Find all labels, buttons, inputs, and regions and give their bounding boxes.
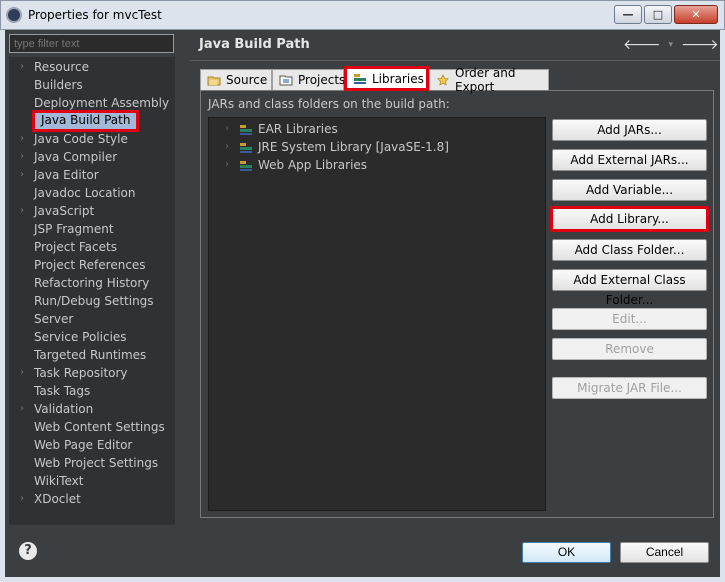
nav-item[interactable]: Project Facets: [34, 238, 117, 256]
window-frame-right: [720, 30, 725, 582]
nav-item[interactable]: Project References: [34, 256, 146, 274]
tab-label: Projects: [298, 73, 346, 87]
maximize-icon: □: [652, 8, 664, 21]
add-class-folder-button[interactable]: Add Class Folder...: [552, 239, 707, 261]
ok-button[interactable]: OK: [522, 542, 611, 563]
help-icon[interactable]: ?: [19, 542, 37, 560]
library-label: JRE System Library [JavaSE-1.8]: [258, 140, 449, 154]
add-jars-button[interactable]: Add JARs...: [552, 119, 707, 141]
back-arrow-icon[interactable]: 🡐: [623, 38, 661, 52]
migrate-jar-button[interactable]: Migrate JAR File...: [552, 377, 707, 399]
history-navigation: 🡐 ▾ 🡒 ▾ ▼: [623, 38, 725, 52]
expand-icon[interactable]: ›: [20, 58, 28, 76]
nav-item[interactable]: Builders: [34, 76, 83, 94]
close-button[interactable]: ✕: [674, 5, 718, 24]
nav-item[interactable]: Refactoring History: [34, 274, 149, 292]
nav-item[interactable]: Targeted Runtimes: [34, 346, 146, 364]
expand-icon[interactable]: ›: [20, 490, 28, 508]
library-icon: [239, 123, 253, 135]
maximize-button[interactable]: □: [644, 5, 672, 24]
library-item-jre[interactable]: › JRE System Library [JavaSE-1.8]: [225, 138, 449, 156]
library-icon: [353, 73, 367, 85]
build-path-list-label: JARs and class folders on the build path…: [208, 97, 450, 111]
remove-button[interactable]: Remove: [552, 338, 707, 360]
property-page-tree: › Resource Builders Deployment Assembly Java…: [9, 57, 175, 525]
filter-input[interactable]: [9, 34, 174, 53]
dialog-footer: [5, 527, 720, 577]
add-library-button[interactable]: Add Library...: [550, 206, 709, 232]
tab-label: Order and Export: [455, 66, 516, 94]
library-item-ear[interactable]: › EAR Libraries: [225, 120, 338, 138]
tab-libraries[interactable]: Libraries: [344, 66, 429, 91]
add-external-jars-button[interactable]: Add External JARs...: [552, 149, 707, 171]
title-bar: Properties for mvcTest — □ ✕: [0, 0, 725, 30]
nav-item[interactable]: Javadoc Location: [34, 184, 135, 202]
add-external-class-folder-button[interactable]: Add External Class Folder...: [552, 269, 707, 307]
nav-item[interactable]: Task Tags: [34, 382, 90, 400]
folder-icon: [207, 74, 221, 86]
library-icon: [239, 159, 253, 171]
nav-item[interactable]: Resource: [34, 58, 89, 76]
library-label: EAR Libraries: [258, 122, 338, 136]
minimize-button[interactable]: —: [614, 5, 642, 24]
nav-item[interactable]: Web Content Settings: [34, 418, 165, 436]
tab-source[interactable]: Source: [200, 69, 272, 90]
nav-item[interactable]: Server: [34, 310, 73, 328]
nav-item[interactable]: Service Policies: [34, 328, 127, 346]
tab-label: Libraries: [372, 71, 424, 86]
nav-item[interactable]: Validation: [34, 400, 93, 418]
nav-item[interactable]: Java Editor: [34, 166, 99, 184]
tree-scrollbar[interactable]: [175, 57, 185, 525]
expand-icon[interactable]: ›: [20, 130, 28, 148]
nav-item[interactable]: Java Build Path: [32, 110, 140, 132]
nav-item[interactable]: Task Repository: [34, 364, 128, 382]
nav-item[interactable]: Web Project Settings: [34, 454, 158, 472]
expand-icon[interactable]: ›: [225, 138, 235, 156]
edit-button[interactable]: Edit...: [552, 308, 707, 330]
nav-item[interactable]: Java Code Style: [34, 130, 128, 148]
library-icon: [239, 141, 253, 153]
expand-icon[interactable]: ›: [225, 156, 235, 174]
project-icon: [279, 74, 293, 86]
add-variable-button[interactable]: Add Variable...: [552, 179, 707, 201]
eclipse-app-icon: [6, 7, 22, 23]
page-title: Java Build Path: [199, 37, 310, 52]
tab-label: Source: [226, 73, 268, 87]
nav-item[interactable]: Run/Debug Settings: [34, 292, 154, 310]
window-controls: — □ ✕: [614, 5, 718, 24]
back-dropdown-icon[interactable]: ▾: [669, 38, 674, 52]
nav-item[interactable]: JavaScript: [34, 202, 94, 220]
expand-icon[interactable]: ›: [20, 364, 28, 382]
expand-icon[interactable]: ›: [20, 400, 28, 418]
library-item-webapp[interactable]: › Web App Libraries: [225, 156, 367, 174]
tab-order-and-export[interactable]: Order and Export: [429, 66, 549, 94]
window-title: Properties for mvcTest: [28, 8, 162, 22]
minimize-icon: —: [622, 8, 634, 21]
window-frame-bottom: [0, 577, 725, 582]
expand-icon[interactable]: ›: [20, 148, 28, 166]
close-icon: ✕: [691, 8, 701, 21]
nav-item[interactable]: Web Page Editor: [34, 436, 132, 454]
forward-arrow-icon[interactable]: 🡒: [681, 38, 719, 52]
cancel-button[interactable]: Cancel: [620, 542, 709, 563]
nav-item[interactable]: Java Compiler: [34, 148, 117, 166]
expand-icon[interactable]: ›: [20, 166, 28, 184]
expand-icon[interactable]: ›: [20, 202, 28, 220]
order-export-icon: [436, 74, 450, 86]
expand-icon[interactable]: ›: [225, 120, 235, 138]
nav-item[interactable]: JSP Fragment: [34, 220, 114, 238]
nav-item[interactable]: XDoclet: [34, 490, 81, 508]
library-label: Web App Libraries: [258, 158, 368, 172]
tab-projects[interactable]: Projects: [272, 69, 346, 90]
library-list[interactable]: › EAR Libraries › JRE System Library [Ja…: [208, 117, 546, 511]
nav-item[interactable]: WikiText: [34, 472, 84, 490]
title-separator: [190, 60, 720, 61]
